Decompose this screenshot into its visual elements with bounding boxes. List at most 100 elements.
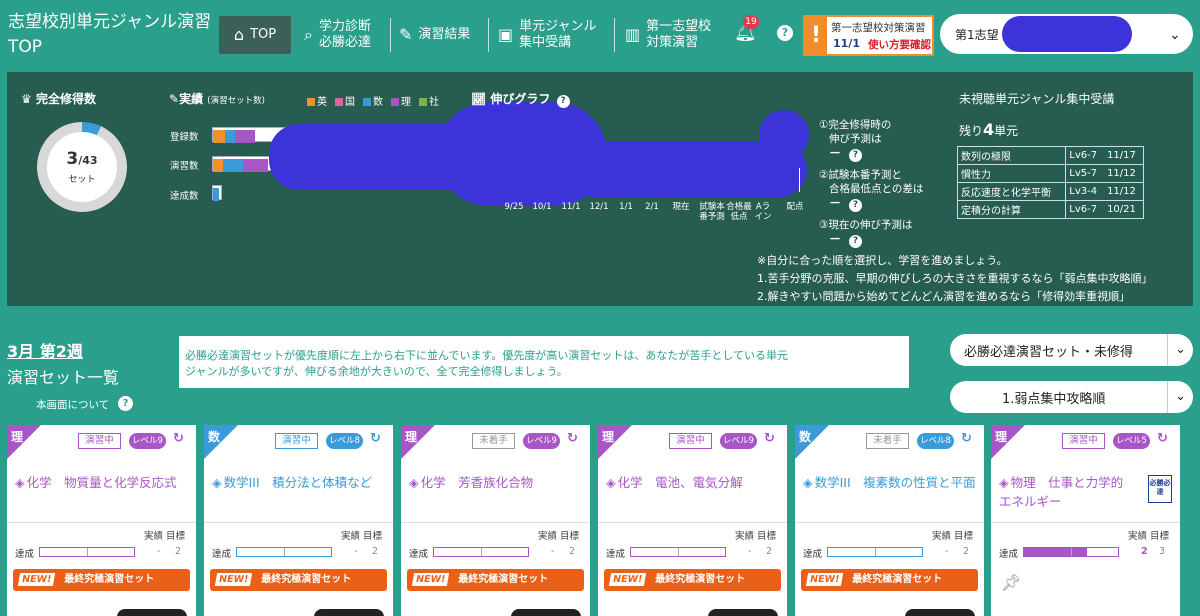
pin-icon[interactable]: 📌︎ [1001, 573, 1021, 592]
final-set-button[interactable]: NEW! 最終究極演習セット [407, 569, 584, 591]
x-tick: 試験本番予測 [699, 202, 725, 222]
help-icon[interactable]: ? [118, 396, 133, 411]
prediction-full: ①完全修得時の 伸び予測は －? [819, 119, 892, 162]
nav-first-choice[interactable]: ▥ 第一志望校 対策演習 [625, 14, 711, 56]
card-tab[interactable] [708, 609, 778, 616]
final-set-button[interactable]: NEW! 最終究極演習セット [604, 569, 781, 591]
subject-label: 理 [995, 430, 1008, 444]
table-row[interactable]: 反応速度と化学平衡 Lv3-4 11/12 [956, 182, 1145, 201]
unwatched-title: 未視聴単元ジャンル集中受講 [959, 92, 1115, 106]
exercise-set-card[interactable]: 数 演習中 レベル8 ↻ ◈ 数学III 積分法と体積など 実績 目標 達成 - 2 NEW! 最終究… [204, 425, 393, 616]
help-icon[interactable]: ? [849, 199, 863, 212]
table-row[interactable]: 定積分の計算 Lv6-7 10/21 [956, 200, 1145, 219]
x-tick: 現在 [672, 202, 690, 212]
subject-icon: ◈ [803, 475, 813, 490]
exercise-set-card[interactable]: 理 演習中 レベル9 ↻ ◈ 化学 電池、電気分解 実績 目標 達成 - 2 NEW! 最終究極演習セ… [598, 425, 787, 616]
final-set-label: 最終究極演習セット [64, 574, 155, 585]
refresh-icon[interactable]: ↻ [961, 431, 972, 446]
x-tick: 1/1 [619, 202, 633, 212]
divider [598, 522, 787, 523]
progress-bar [630, 547, 726, 557]
badge-icon: 必勝必達 [1148, 475, 1172, 503]
results-legend: 英 国 数 理 社 [307, 93, 439, 108]
help-icon[interactable]: ? [849, 235, 863, 248]
nav-diagnosis[interactable]: ⌕ 学力診断 必勝必達 [304, 14, 371, 56]
subject-icon: ◈ [212, 475, 222, 490]
card-tab[interactable] [511, 609, 581, 616]
actual-value: - [157, 546, 161, 557]
dashboard-panel: ♛ 完全修得数 3/43 セット ✎実績 (演習セット数) 英 国 数 理 社 … [7, 72, 1193, 306]
subject-label: 数 [208, 430, 221, 444]
refresh-icon[interactable]: ↻ [173, 431, 184, 446]
actual-value: - [748, 546, 752, 557]
nav-diagnosis-label-2: 必勝必達 [318, 35, 371, 50]
refresh-icon[interactable]: ↻ [1157, 431, 1168, 446]
exercise-set-card[interactable]: 理 未着手 レベル9 ↻ ◈ 化学 芳香族化合物 実績 目標 達成 - 2 NEW! 最終究極演習セッ… [401, 425, 590, 616]
status-badge: 未着手 [866, 433, 909, 449]
refresh-icon[interactable]: ↻ [370, 431, 381, 446]
sort-select[interactable]: 1.弱点集中攻略順 ⌄ [950, 381, 1193, 413]
unwatched-table: 数列の極限 Lv6-7 11/17 慣性力 Lv5-7 11/12 反応速度と化学平衡 L… [956, 146, 1145, 219]
redacted-area [759, 110, 809, 160]
x-tick: Aライン [754, 202, 772, 222]
status-badge: 演習中 [669, 433, 712, 449]
filter-select[interactable]: 必勝必達演習セット・未修得 ⌄ [950, 334, 1193, 366]
goal-value: 2 [569, 546, 576, 557]
card-tab[interactable] [314, 609, 384, 616]
new-badge: NEW! [411, 573, 450, 586]
school-select[interactable]: 第1志望 ⌄ [940, 14, 1193, 54]
growth-title: 📈︎ 伸びグラフ ? [471, 90, 570, 108]
chevron-down-icon: ⌄ [1169, 27, 1181, 43]
help-icon[interactable]: ? [777, 25, 793, 41]
x-tick: 10/1 [532, 202, 552, 212]
page-title: 志望校別単元ジャンル演習TOP [8, 12, 212, 57]
first-choice-alert[interactable]: ! 第一志望校対策演習 11/1 使い方要確認 [803, 15, 934, 56]
level-badge: レベル5 [1113, 433, 1150, 449]
card-title: ◈ 物理 仕事と力学的エネルギー [999, 475, 1124, 509]
table-row[interactable]: 数列の極限 Lv6-7 11/17 [956, 146, 1145, 165]
info-line: ジャンルが多いですが、伸びる余地が大きいので、全て完全修得しましょう。 [185, 365, 568, 378]
exercise-set-card[interactable]: 数 未着手 レベル8 ↻ ◈ 数学III 複素数の性質と平面 実績 目標 達成 - 2 NEW! 最終… [795, 425, 984, 616]
achievement-label: 達成 [409, 549, 429, 560]
nav-first-choice-label-2: 対策演習 [646, 35, 699, 50]
divider [991, 522, 1180, 523]
new-badge: NEW! [805, 573, 844, 586]
goal-value: 2 [766, 546, 773, 557]
alert-title: 第一志望校対策演習 [831, 22, 926, 34]
refresh-icon[interactable]: ↻ [567, 431, 578, 446]
nav-genre-lecture[interactable]: ▣ 単元ジャンル 集中受講 [498, 14, 596, 56]
status-badge: 演習中 [1062, 433, 1105, 449]
nav-results[interactable]: ✎ 演習結果 [399, 14, 470, 56]
remaining-count: 残り4単元 [959, 120, 1019, 139]
final-set-button[interactable]: NEW! 最終究極演習セット [13, 569, 190, 591]
redacted-school-name [1002, 16, 1132, 52]
card-tab[interactable] [905, 609, 975, 616]
subject-label: 数 [799, 430, 812, 444]
actual-value: - [551, 546, 555, 557]
about-screen-link[interactable]: 本画面について [36, 397, 109, 412]
x-tick: 11/1 [561, 202, 581, 212]
notification-badge: 19 [743, 15, 759, 29]
refresh-icon[interactable]: ↻ [764, 431, 775, 446]
goal-header: 実績 目標 [1128, 531, 1170, 542]
final-set-button[interactable]: NEW! 最終究極演習セット [210, 569, 387, 591]
chevron-down-icon: ⌄ [1167, 334, 1193, 366]
achieved-bar [212, 185, 222, 201]
results-title: ✎実績 (演習セット数) [169, 92, 265, 106]
exercise-set-card[interactable]: 理 演習中 レベル9 ↻ ◈ 化学 物質量と化学反応式 実績 目標 達成 - 2 NEW! 最終究極演… [7, 425, 196, 616]
subject-label: 理 [602, 430, 615, 444]
card-title: ◈ 化学 芳香族化合物 [409, 475, 534, 490]
progress-bar [236, 547, 332, 557]
x-tick: 配点 [786, 202, 804, 212]
x-tick: 合格最低点 [726, 202, 752, 222]
edit-icon: ✎ [399, 25, 413, 44]
exercise-set-card[interactable]: 理 演習中 レベル5 ↻ ◈ 物理 仕事と力学的エネルギー 必勝必達 実績 目標 達成 2 3 📌︎ [991, 425, 1180, 616]
nav-top[interactable]: ⌂ TOP [219, 16, 291, 54]
actual-value: - [354, 546, 358, 557]
card-tab[interactable] [117, 609, 187, 616]
help-icon[interactable]: ? [556, 95, 570, 108]
help-icon[interactable]: ? [849, 149, 863, 162]
table-row[interactable]: 慣性力 Lv5-7 11/12 [956, 164, 1145, 183]
final-set-button[interactable]: NEW! 最終究極演習セット [801, 569, 978, 591]
completion-title: ♛ 完全修得数 [21, 92, 96, 106]
